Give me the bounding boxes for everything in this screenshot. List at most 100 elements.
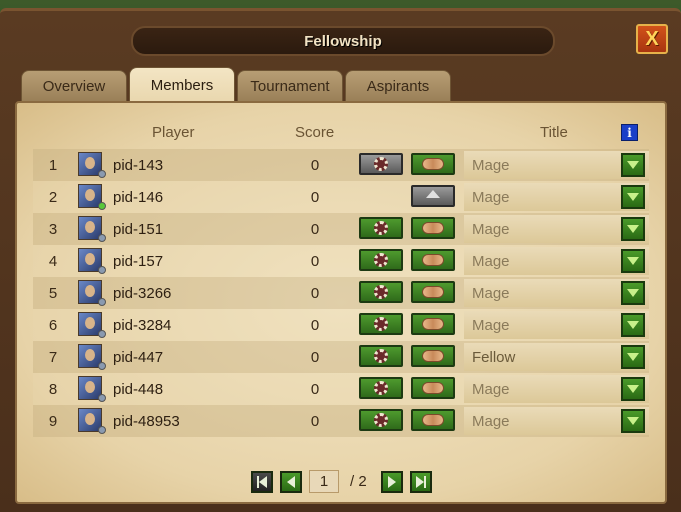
- handshake-button[interactable]: [411, 249, 455, 271]
- title-value: Mage: [472, 252, 510, 270]
- handshake-button[interactable]: [411, 313, 455, 335]
- tab-tournament[interactable]: Tournament: [237, 70, 343, 101]
- title-value: Mage: [472, 316, 510, 334]
- tab-overview[interactable]: Overview: [21, 70, 127, 101]
- close-button[interactable]: X: [636, 24, 668, 54]
- player-score: 0: [310, 156, 320, 174]
- player-score: 0: [310, 380, 320, 398]
- rank: 2: [48, 188, 58, 206]
- title-value: Mage: [472, 412, 510, 430]
- player-name[interactable]: pid-3266: [113, 277, 171, 309]
- status-dot-icon: [98, 298, 106, 306]
- handshake-button[interactable]: [411, 153, 455, 175]
- face-icon: [85, 285, 95, 297]
- dropdown-button[interactable]: [621, 281, 645, 305]
- player-name[interactable]: pid-146: [113, 181, 163, 213]
- table-row: 8 pid-448 0 Mage: [33, 373, 649, 405]
- title-value: Mage: [472, 380, 510, 398]
- gear-button[interactable]: [359, 345, 403, 367]
- dropdown-button[interactable]: [621, 153, 645, 177]
- dropdown-button[interactable]: [621, 185, 645, 209]
- face-icon: [85, 253, 95, 265]
- face-icon: [85, 381, 95, 393]
- tab-members[interactable]: Members: [129, 67, 235, 102]
- rank: 9: [48, 412, 58, 430]
- handshake-button[interactable]: [411, 217, 455, 239]
- bar-icon: [424, 476, 426, 488]
- gear-icon: [374, 253, 388, 267]
- face-icon: [85, 157, 95, 169]
- next-page-button[interactable]: [381, 471, 403, 493]
- title-dropdown[interactable]: Mage: [464, 375, 649, 403]
- face-icon: [85, 413, 95, 425]
- dropdown-button[interactable]: [621, 409, 645, 433]
- title-dropdown[interactable]: Mage: [464, 279, 649, 307]
- chevron-down-icon: [627, 193, 639, 201]
- player-score: 0: [310, 412, 320, 430]
- status-dot-icon: [98, 266, 106, 274]
- face-icon: [85, 317, 95, 329]
- face-icon: [85, 221, 95, 233]
- title-dropdown[interactable]: Mage: [464, 311, 649, 339]
- gear-icon: [374, 381, 388, 395]
- player-name[interactable]: pid-3284: [113, 309, 171, 341]
- dialog-title: Fellowship: [131, 26, 555, 56]
- title-dropdown[interactable]: Fellow: [464, 343, 649, 371]
- prev-page-button[interactable]: [280, 471, 302, 493]
- last-page-button[interactable]: [410, 471, 432, 493]
- title-dropdown[interactable]: Mage: [464, 407, 649, 435]
- player-name[interactable]: pid-447: [113, 341, 163, 373]
- home-icon: [426, 190, 440, 198]
- dropdown-button[interactable]: [621, 345, 645, 369]
- rank: 7: [48, 348, 58, 366]
- status-dot-icon: [98, 394, 106, 402]
- gear-button[interactable]: [359, 409, 403, 431]
- rank: 6: [48, 316, 58, 334]
- status-dot-icon: [98, 202, 106, 210]
- gear-button[interactable]: [359, 377, 403, 399]
- title-dropdown[interactable]: Mage: [464, 151, 649, 179]
- dropdown-button[interactable]: [621, 249, 645, 273]
- tab-aspirants[interactable]: Aspirants: [345, 70, 451, 101]
- title-value: Mage: [472, 220, 510, 238]
- gear-button[interactable]: [359, 153, 403, 175]
- dropdown-button[interactable]: [621, 377, 645, 401]
- rank: 1: [48, 156, 58, 174]
- dropdown-button[interactable]: [621, 313, 645, 337]
- handshake-icon: [422, 286, 444, 298]
- player-name[interactable]: pid-151: [113, 213, 163, 245]
- gear-icon: [374, 349, 388, 363]
- title-value: Mage: [472, 156, 510, 174]
- player-name[interactable]: pid-157: [113, 245, 163, 277]
- player-name[interactable]: pid-448: [113, 373, 163, 405]
- handshake-button[interactable]: [411, 345, 455, 367]
- gear-button[interactable]: [359, 249, 403, 271]
- title-dropdown[interactable]: Mage: [464, 183, 649, 211]
- rank: 8: [48, 380, 58, 398]
- first-page-button[interactable]: [251, 471, 273, 493]
- page-number-input[interactable]: 1: [309, 470, 339, 493]
- player-score: 0: [310, 284, 320, 302]
- table-row: 6 pid-3284 0 Mage: [33, 309, 649, 341]
- gear-button[interactable]: [359, 281, 403, 303]
- handshake-icon: [422, 222, 444, 234]
- table-row: 7 pid-447 0 Fellow: [33, 341, 649, 373]
- player-name[interactable]: pid-48953: [113, 405, 180, 437]
- status-dot-icon: [98, 330, 106, 338]
- handshake-button[interactable]: [411, 281, 455, 303]
- gear-icon: [374, 317, 388, 331]
- home-button[interactable]: [411, 185, 455, 207]
- handshake-button[interactable]: [411, 409, 455, 431]
- handshake-button[interactable]: [411, 377, 455, 399]
- gear-icon: [374, 221, 388, 235]
- handshake-icon: [422, 254, 444, 266]
- player-name[interactable]: pid-143: [113, 149, 163, 181]
- header-score: Score: [295, 124, 335, 141]
- info-icon[interactable]: i: [621, 124, 638, 141]
- gear-button[interactable]: [359, 217, 403, 239]
- dropdown-button[interactable]: [621, 217, 645, 241]
- title-dropdown[interactable]: Mage: [464, 215, 649, 243]
- gear-button[interactable]: [359, 313, 403, 335]
- header-player: Player: [152, 124, 195, 141]
- title-dropdown[interactable]: Mage: [464, 247, 649, 275]
